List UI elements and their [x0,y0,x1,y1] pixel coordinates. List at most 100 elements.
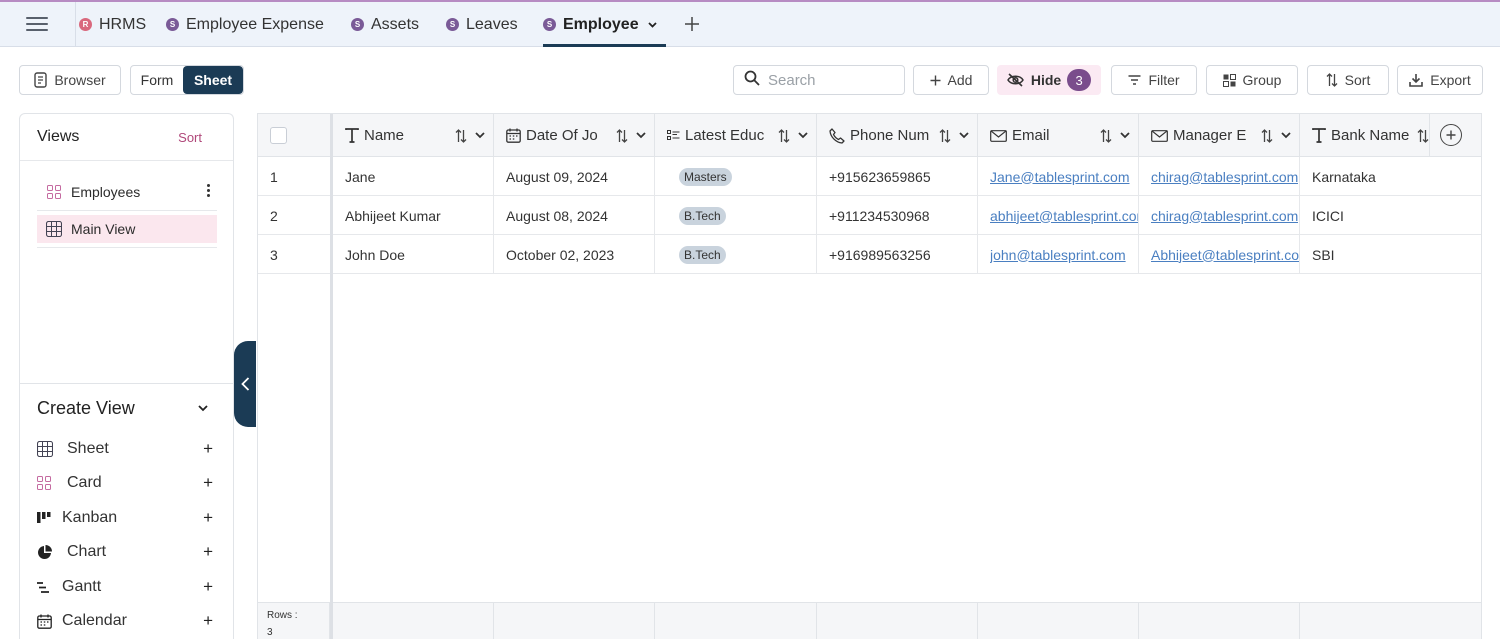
cell-bank-name[interactable]: SBI [1300,235,1481,274]
tab-leaves[interactable]: S Leaves [446,2,518,47]
cell-name[interactable]: Abhijeet Kumar [333,196,494,235]
cell-email[interactable]: abhijeet@tablesprint.com [978,196,1139,235]
filter-label: Filter [1148,72,1180,88]
sort-arrows-icon [455,128,467,143]
column-header-email[interactable]: Email [978,114,1139,157]
footer-cell[interactable] [494,603,655,639]
chevron-down-icon [1120,132,1130,139]
add-tab-icon[interactable] [684,12,700,38]
export-label: Export [1430,72,1471,88]
cell-latest-education[interactable]: Masters [655,157,817,196]
create-sheet-view[interactable]: Sheet + [37,437,217,461]
plus-icon[interactable]: + [203,611,213,631]
footer-cell[interactable] [333,603,494,639]
create-calendar-view[interactable]: Calendar + [37,609,217,633]
cell-bank-name[interactable]: Karnataka [1300,157,1481,196]
table-row[interactable]: 3 John Doe October 02, 2023 B.Tech +9169… [258,235,1481,274]
plus-icon[interactable]: + [203,577,213,597]
email-link[interactable]: john@tablesprint.com [990,247,1126,263]
cell-email[interactable]: Jane@tablesprint.com [978,157,1139,196]
view-item-employees[interactable]: Employees [37,178,217,206]
calendar-icon [37,614,62,629]
cell-phone[interactable]: +916989563256 [817,235,978,274]
plus-icon[interactable]: + [203,508,213,528]
cell-latest-education[interactable]: B.Tech [655,196,817,235]
sheet-toggle-button[interactable]: Sheet [183,66,243,94]
browser-button[interactable]: Browser [19,65,121,95]
column-header-manager-email[interactable]: Manager E [1139,114,1300,157]
column-header-phone-number[interactable]: Phone Num [817,114,978,157]
add-column-icon[interactable] [1440,124,1462,146]
email-link[interactable]: chirag@tablesprint.com [1151,169,1298,185]
create-item-label: Sheet [67,440,109,457]
collapse-sidebar-button[interactable] [234,341,256,427]
column-header-latest-education[interactable]: Latest Educ [655,114,817,157]
tab-hrms[interactable]: R HRMS [79,2,146,47]
sort-button[interactable]: Sort [1307,65,1389,95]
cell-email[interactable]: john@tablesprint.com [978,235,1139,274]
column-header-bank-name[interactable]: Bank Name [1300,114,1430,157]
more-options-icon[interactable] [207,184,211,199]
footer-cell[interactable] [655,603,817,639]
search-input[interactable] [768,71,888,89]
cell-manager-email[interactable]: chirag@tablesprint.com [1139,157,1300,196]
cell-date-of-joining[interactable]: August 08, 2024 [494,196,655,235]
tab-employee-expense[interactable]: S Employee Expense [166,2,324,47]
column-controls [1414,128,1429,143]
column-header-date-of-joining[interactable]: Date Of Jo [494,114,655,157]
column-header-name[interactable]: Name [333,114,494,157]
email-link[interactable]: abhijeet@tablesprint.com [990,208,1138,224]
select-all-checkbox[interactable] [270,127,287,144]
create-gantt-view[interactable]: Gantt + [37,575,217,599]
cell-manager-email[interactable]: chirag@tablesprint.com [1139,196,1300,235]
chevron-down-icon[interactable] [647,19,657,31]
table-row[interactable]: 2 Abhijeet Kumar August 08, 2024 B.Tech … [258,196,1481,235]
cell-date-of-joining[interactable]: August 09, 2024 [494,157,655,196]
email-link[interactable]: Abhijeet@tablesprint.com [1151,247,1299,263]
plus-icon[interactable]: + [203,542,213,562]
cell-date-of-joining[interactable]: October 02, 2023 [494,235,655,274]
sort-arrows-icon [778,128,790,143]
column-label: Phone Num [850,127,930,144]
footer-cell[interactable] [1300,603,1481,639]
views-sort-link[interactable]: Sort [178,130,202,145]
sort-arrows-icon [939,128,951,143]
create-view-header[interactable]: Create View [20,384,233,432]
add-button[interactable]: Add [913,65,989,95]
cell-bank-name[interactable]: ICICI [1300,196,1481,235]
email-link[interactable]: chirag@tablesprint.com [1151,208,1298,224]
view-item-main-view[interactable]: Main View [37,215,217,243]
divider [37,210,217,211]
email-link[interactable]: Jane@tablesprint.com [990,169,1130,185]
cell-phone[interactable]: +911234530968 [817,196,978,235]
footer-cell[interactable] [817,603,978,639]
table-row[interactable]: 1 Jane August 09, 2024 Masters +91562365… [258,157,1481,196]
tab-employee[interactable]: S Employee [543,2,666,47]
grid-footer: Rows : 3 [258,602,1481,639]
plus-icon[interactable]: + [203,473,213,493]
footer-cell[interactable] [978,603,1139,639]
export-button[interactable]: Export [1397,65,1483,95]
cell-latest-education[interactable]: B.Tech [655,235,817,274]
create-kanban-view[interactable]: Kanban + [37,506,217,530]
form-toggle-button[interactable]: Form [131,66,183,94]
hamburger-menu-icon[interactable] [26,14,48,34]
cell-phone[interactable]: +915623659865 [817,157,978,196]
gantt-icon [37,581,62,593]
filter-button[interactable]: Filter [1111,65,1197,95]
tab-assets[interactable]: S Assets [351,2,419,47]
pie-chart-icon [37,544,67,560]
group-button[interactable]: Group [1206,65,1298,95]
plus-icon[interactable]: + [203,439,213,459]
hidden-count-badge: 3 [1067,69,1092,91]
cell-name[interactable]: Jane [333,157,494,196]
cell-manager-email[interactable]: Abhijeet@tablesprint.com [1139,235,1300,274]
chevron-down-icon[interactable] [198,399,208,417]
cell-name[interactable]: John Doe [333,235,494,274]
create-card-view[interactable]: Card + [37,471,217,495]
hide-fields-button[interactable]: Hide 3 [997,65,1101,95]
column-controls [1258,128,1291,143]
create-chart-view[interactable]: Chart + [37,540,217,564]
footer-cell[interactable] [1139,603,1300,639]
phone-icon [829,127,845,144]
